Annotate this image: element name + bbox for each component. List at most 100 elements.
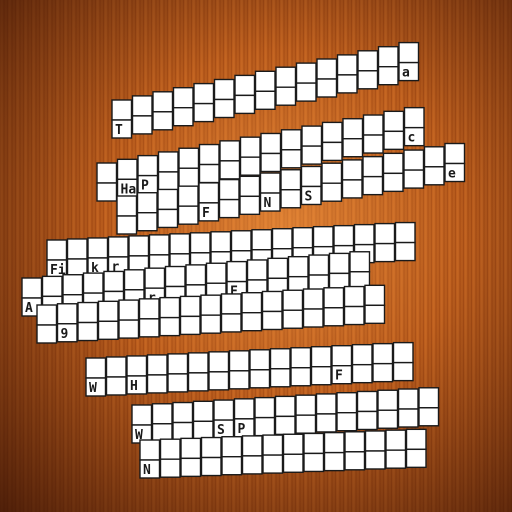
crossword-cell[interactable]: [157, 188, 179, 211]
crossword-cell[interactable]: [187, 352, 209, 374]
crossword-cell[interactable]: [282, 309, 304, 329]
crossword-cell[interactable]: [315, 413, 337, 433]
crossword-cell[interactable]: [385, 449, 407, 469]
crossword-cell[interactable]: [344, 431, 366, 453]
crossword-cell[interactable]: [397, 408, 419, 428]
crossword-cell[interactable]: [46, 239, 68, 261]
crossword-cell[interactable]: [131, 115, 153, 135]
crossword-cell[interactable]: [260, 152, 282, 173]
crossword-cell[interactable]: [397, 388, 419, 410]
crossword-cell[interactable]: [179, 295, 201, 318]
crossword-cell[interactable]: [349, 251, 371, 273]
crossword-cell[interactable]: [336, 54, 358, 76]
crossword-cell[interactable]: [192, 400, 214, 423]
crossword-cell[interactable]: [205, 262, 227, 284]
crossword-cell[interactable]: [259, 172, 281, 194]
crossword-cell[interactable]: [169, 233, 191, 255]
crossword-cell[interactable]: [167, 353, 189, 375]
crossword-cell[interactable]: [172, 86, 194, 109]
crossword-cell[interactable]: [200, 294, 222, 316]
crossword-cell[interactable]: [185, 264, 207, 286]
crossword-cell[interactable]: [312, 225, 334, 248]
crossword-cell[interactable]: [192, 420, 214, 441]
crossword-cell[interactable]: [343, 305, 365, 326]
crossword-cell[interactable]: [295, 394, 317, 416]
crossword-cell[interactable]: [87, 237, 109, 259]
crossword-cell[interactable]: [301, 125, 323, 147]
crossword-cell[interactable]: [356, 410, 378, 431]
crossword-cell[interactable]: [316, 58, 338, 80]
crossword-cell[interactable]: [157, 151, 179, 173]
crossword-cell[interactable]: [241, 312, 263, 332]
crossword-cell[interactable]: [398, 41, 420, 64]
crossword-cell[interactable]: [213, 98, 235, 119]
crossword-cell[interactable]: [403, 149, 425, 171]
crossword-cell[interactable]: [275, 66, 297, 88]
crossword-cell[interactable]: [230, 230, 252, 252]
crossword-cell[interactable]: [282, 453, 304, 473]
crossword-cell[interactable]: [280, 129, 302, 151]
crossword-cell[interactable]: [221, 436, 243, 458]
crossword-cell[interactable]: [136, 192, 158, 214]
crossword-cell[interactable]: [193, 102, 215, 123]
crossword-cell[interactable]: [290, 367, 312, 387]
crossword-cell[interactable]: [282, 433, 304, 455]
crossword-cell[interactable]: [295, 414, 317, 434]
crossword-cell[interactable]: [177, 185, 199, 207]
crossword-cell[interactable]: [234, 74, 256, 97]
crossword-cell[interactable]: [218, 198, 240, 219]
crossword-cell[interactable]: [137, 154, 159, 177]
crossword-cell[interactable]: [180, 437, 202, 460]
crossword-cell[interactable]: [333, 224, 355, 247]
crossword-cell[interactable]: [107, 236, 129, 258]
crossword-cell[interactable]: [167, 373, 189, 393]
crossword-cell[interactable]: [179, 315, 201, 336]
crossword-cell[interactable]: [364, 450, 386, 470]
crossword-cell[interactable]: [343, 285, 365, 308]
crossword-cell[interactable]: [241, 292, 263, 314]
crossword-cell[interactable]: [418, 407, 440, 427]
crossword-cell[interactable]: [200, 314, 222, 334]
crossword-cell[interactable]: [103, 270, 125, 293]
crossword-cell[interactable]: [208, 351, 230, 373]
crossword-cell[interactable]: [254, 396, 276, 419]
crossword-cell[interactable]: [423, 166, 445, 186]
crossword-cell[interactable]: [138, 298, 160, 320]
crossword-cell[interactable]: [382, 172, 404, 193]
crossword-cell[interactable]: [151, 403, 173, 425]
crossword-cell[interactable]: [159, 296, 181, 319]
crossword-cell[interactable]: [275, 86, 297, 106]
crossword-cell[interactable]: [444, 142, 466, 165]
crossword-cell[interactable]: [97, 320, 119, 341]
crossword-cell[interactable]: [280, 169, 302, 191]
crossword-cell[interactable]: [105, 376, 127, 396]
crossword-cell[interactable]: [200, 436, 222, 459]
crossword-cell[interactable]: [138, 318, 160, 338]
crossword-cell[interactable]: [357, 50, 379, 72]
crossword-cell[interactable]: [261, 310, 283, 331]
crossword-cell[interactable]: [274, 395, 296, 418]
crossword-cell[interactable]: [77, 321, 99, 342]
crossword-cell[interactable]: [85, 357, 107, 379]
crossword-cell[interactable]: [362, 114, 384, 136]
crossword-cell[interactable]: [316, 78, 338, 98]
crossword-cell[interactable]: [36, 324, 58, 344]
crossword-cell[interactable]: [77, 301, 99, 324]
crossword-cell[interactable]: [372, 362, 394, 383]
crossword-cell[interactable]: [96, 182, 118, 202]
crossword-cell[interactable]: [364, 284, 386, 307]
crossword-cell[interactable]: [290, 347, 312, 369]
crossword-cell[interactable]: [377, 389, 399, 411]
crossword-cell[interactable]: [189, 232, 211, 254]
crossword-cell[interactable]: [344, 451, 366, 471]
crossword-cell[interactable]: [239, 156, 261, 176]
crossword-cell[interactable]: [315, 393, 337, 415]
crossword-cell[interactable]: [403, 169, 425, 189]
crossword-cell[interactable]: [198, 163, 220, 184]
crossword-cell[interactable]: [374, 242, 396, 263]
crossword-cell[interactable]: [382, 152, 404, 175]
crossword-cell[interactable]: [193, 82, 215, 105]
crossword-cell[interactable]: [251, 229, 273, 251]
crossword-cell[interactable]: [254, 70, 276, 93]
crossword-cell[interactable]: [269, 348, 291, 370]
